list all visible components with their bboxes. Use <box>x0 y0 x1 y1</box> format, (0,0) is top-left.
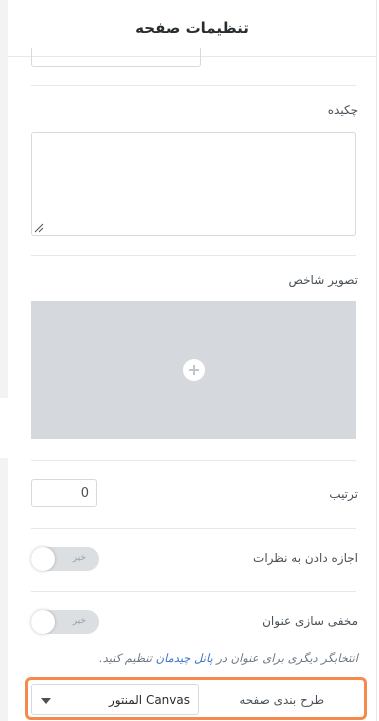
toggle-state-text: خیر <box>72 553 86 563</box>
page-layout-label: طرح بندی صفحه <box>239 693 324 707</box>
resize-handle-icon[interactable] <box>34 223 44 233</box>
divider <box>31 85 356 86</box>
allow-comments-toggle[interactable]: خیر <box>31 547 99 571</box>
featured-image-picker[interactable] <box>31 301 356 439</box>
page-layout-selected-value: Canvas المنتور <box>108 693 190 707</box>
panel-divider <box>376 0 377 721</box>
page-title: تنظیمات صفحه <box>135 19 249 37</box>
divider <box>31 591 356 592</box>
toggle-state-text: خیر <box>72 616 86 626</box>
toggle-knob <box>31 610 55 634</box>
allow-comments-label: اجازه دادن به نظرات <box>253 551 358 565</box>
panel-edge <box>0 0 8 398</box>
toggle-knob <box>31 547 55 571</box>
plus-circle-icon[interactable] <box>182 359 205 381</box>
description-text: تنظیم کنید. <box>99 651 156 665</box>
layout-panel-link[interactable]: پانل چیدمان <box>156 651 213 665</box>
excerpt-label: چکیده <box>327 103 358 117</box>
featured-image-label: تصویر شاخص <box>288 273 358 287</box>
hide-title-label: مخفی سازی عنوان <box>262 614 358 628</box>
hide-title-description: انتخابگر دیگری برای عنوان در پانل چیدمان… <box>99 651 358 665</box>
previous-input-field[interactable] <box>31 48 201 67</box>
divider <box>31 460 356 461</box>
page-layout-select[interactable]: Canvas المنتور <box>31 684 199 715</box>
excerpt-textarea[interactable] <box>31 132 356 236</box>
description-text: انتخابگر دیگری برای عنوان در <box>212 651 358 665</box>
divider <box>31 528 356 529</box>
order-label: ترتیب <box>329 487 358 501</box>
chevron-down-icon <box>41 698 51 704</box>
order-number-input[interactable]: 0 <box>31 479 97 507</box>
panel-edge <box>0 458 8 721</box>
hide-title-toggle[interactable]: خیر <box>31 610 99 634</box>
divider <box>31 255 356 256</box>
